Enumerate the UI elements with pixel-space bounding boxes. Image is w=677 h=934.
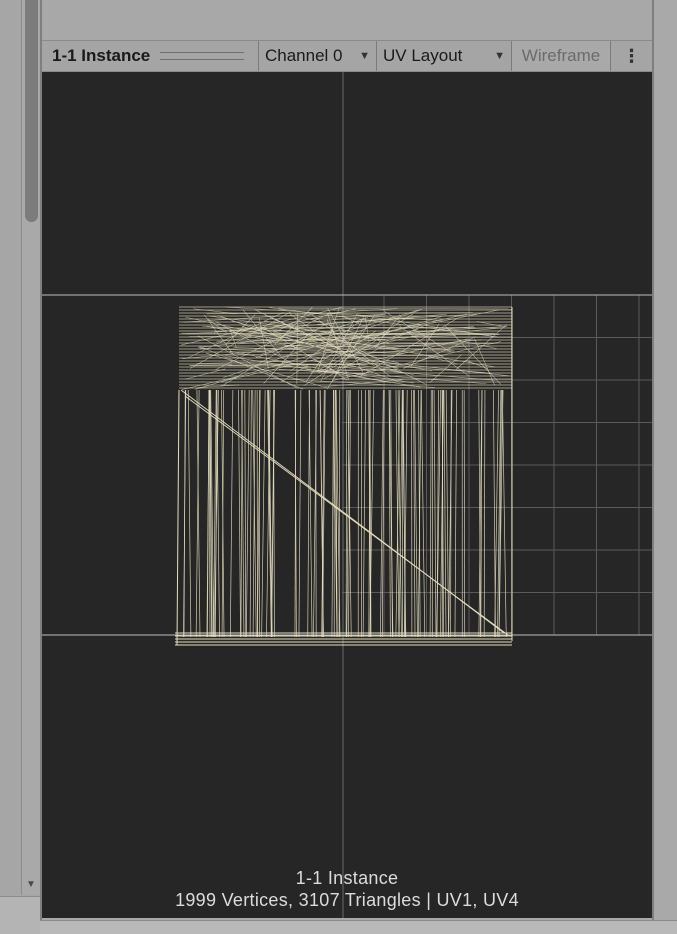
wire-edge [278, 308, 511, 309]
vertical-ellipsis-icon[interactable]: ⋮ [610, 41, 652, 71]
preview-title: 1-1 Instance [42, 41, 258, 71]
wire-edge [185, 369, 225, 379]
wire-edge [330, 335, 425, 384]
left-scrollbar-thumb[interactable] [25, 0, 38, 222]
wire-edge [262, 390, 266, 637]
wire-edge [455, 390, 457, 637]
wire-edge [459, 341, 497, 349]
bottom-edge [40, 920, 677, 934]
preview-toolbar: 1-1 Instance Channel 0 ▼ UV Layout ▼ Wir… [42, 41, 652, 72]
uv-wireframe-canvas [42, 72, 652, 918]
wire-edge [324, 380, 403, 387]
uv-viewport[interactable]: 1-1 Instance 1999 Vertices, 3107 Triangl… [42, 72, 652, 918]
wire-edge [484, 390, 485, 637]
wire-edge [363, 390, 366, 637]
wireframe-toggle[interactable]: Wireframe [511, 41, 610, 71]
wire-edge [502, 390, 506, 637]
wire-edge [449, 390, 452, 637]
scroll-down-arrow-icon[interactable]: ▼ [22, 876, 40, 892]
wire-edge [204, 315, 234, 356]
wire-edge [246, 390, 249, 637]
preview-caption-stats: 1999 Vertices, 3107 Triangles | UV1, UV4 [42, 890, 652, 911]
channel-dropdown[interactable]: Channel 0 ▼ [258, 41, 376, 71]
wire-edge [403, 390, 405, 637]
triangle-down-icon: ▼ [359, 50, 370, 62]
wireframe-toggle-label: Wireframe [522, 46, 600, 66]
wire-edge [268, 390, 272, 637]
wire-edge [177, 390, 179, 645]
uv-layout-dropdown[interactable]: UV Layout ▼ [376, 41, 511, 71]
wire-edge [238, 390, 240, 637]
wire-edge [299, 390, 301, 637]
wire-edge [444, 390, 446, 637]
wire-edge [430, 390, 431, 637]
right-edge [654, 0, 677, 920]
wire-edge [245, 390, 246, 637]
wire-edge [198, 336, 298, 388]
preview-caption-title: 1-1 Instance [42, 868, 652, 889]
wire-edge [434, 390, 436, 637]
wire-edge [241, 390, 242, 637]
wire-edge [346, 390, 347, 637]
more-menu-label: ⋮ [623, 46, 641, 67]
wire-edge [332, 390, 334, 637]
wire-edge [446, 390, 448, 637]
uv-layout-dropdown-label: UV Layout [383, 46, 462, 66]
wire-edge [346, 372, 414, 383]
wire-edge [207, 390, 208, 637]
wire-edge [308, 390, 310, 637]
wire-edge [184, 390, 186, 637]
left-bottom-bar [0, 896, 40, 934]
wire-edge [451, 390, 452, 637]
wire-edge [464, 390, 465, 637]
panel-header-space [42, 0, 652, 41]
drag-handle-icon[interactable] [160, 52, 244, 60]
wire-edge [188, 390, 191, 637]
triangle-down-icon: ▼ [494, 50, 505, 62]
wire-edge [421, 390, 424, 637]
preview-title-label: 1-1 Instance [52, 46, 150, 66]
wire-edge [250, 390, 251, 637]
channel-dropdown-label: Channel 0 [265, 46, 343, 66]
